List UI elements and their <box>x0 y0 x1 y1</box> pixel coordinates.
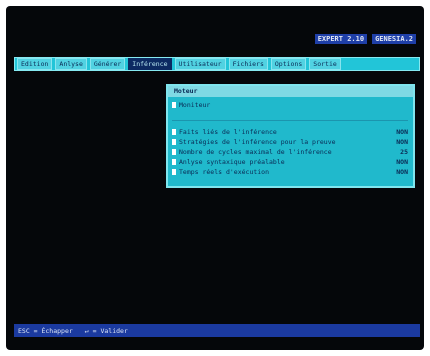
dropdown-item-faits-lies[interactable]: Faits liés de l'inférence NON <box>172 128 408 137</box>
dropdown-title: Moteur <box>168 86 413 97</box>
menu-item-inference[interactable]: Inférence <box>128 58 172 70</box>
menu-bar: Edition Anlyse Générer Inférence Utilisa… <box>14 57 420 71</box>
escape-hint: ESC = Échapper <box>18 326 73 335</box>
dropdown-item-strategies[interactable]: Stratégies de l'inférence pour la preuve… <box>172 138 408 147</box>
dropdown-item-temps-reels[interactable]: Temps réels d'exécution NON <box>172 168 408 177</box>
menu-item-sortie[interactable]: Sortie <box>309 58 341 70</box>
status-bar: ESC = Échapper ↵ = Valider <box>14 324 420 337</box>
menu-item-generer[interactable]: Générer <box>89 58 126 70</box>
module-name: GENESIA.2 <box>372 34 416 44</box>
dropdown-item-label: Faits liés de l'inférence <box>172 128 277 137</box>
dropdown-item-label: Temps réels d'exécution <box>172 168 269 177</box>
dropdown-item-analyse-syntaxique[interactable]: Anlyse syntaxique préalable NON <box>172 158 408 167</box>
menu-item-utilisateur[interactable]: Utilisateur <box>174 58 226 70</box>
dropdown-item-value: NON <box>396 158 408 166</box>
app-version: EXPERT 2.10 <box>314 34 368 44</box>
dropdown-item-moniteur[interactable]: Moniteur <box>172 101 408 110</box>
menu-item-fichiers[interactable]: Fichiers <box>228 58 268 70</box>
dropdown-item-value: NON <box>396 168 408 176</box>
dropdown-item-nombre-cycles[interactable]: Nombre de cycles maximal de l'inférence … <box>172 148 408 157</box>
dropdown-item-value: NON <box>396 138 408 146</box>
menu-item-options[interactable]: Options <box>270 58 307 70</box>
terminal-screen: EXPERT 2.10 GENESIA.2 Edition Anlyse Gén… <box>6 6 424 350</box>
menu-item-edition[interactable]: Edition <box>17 58 53 70</box>
dropdown-item-value: NON <box>396 128 408 136</box>
dropdown-item-label: Nombre de cycles maximal de l'inférence <box>172 148 332 157</box>
dropdown-item-label: Stratégies de l'inférence pour la preuve <box>172 138 336 147</box>
title-bar: EXPERT 2.10 GENESIA.2 <box>314 34 416 44</box>
dropdown-item-label: Moniteur <box>172 101 210 110</box>
dropdown-item-label: Anlyse syntaxique préalable <box>172 158 285 167</box>
menu-item-analyse[interactable]: Anlyse <box>55 58 87 70</box>
inference-dropdown-menu: Moteur Moniteur Faits liés de l'inférenc… <box>166 84 415 188</box>
validate-hint: ↵ = Valider <box>84 326 128 335</box>
dropdown-item-value: 25 <box>400 148 408 156</box>
dropdown-divider <box>172 120 408 121</box>
